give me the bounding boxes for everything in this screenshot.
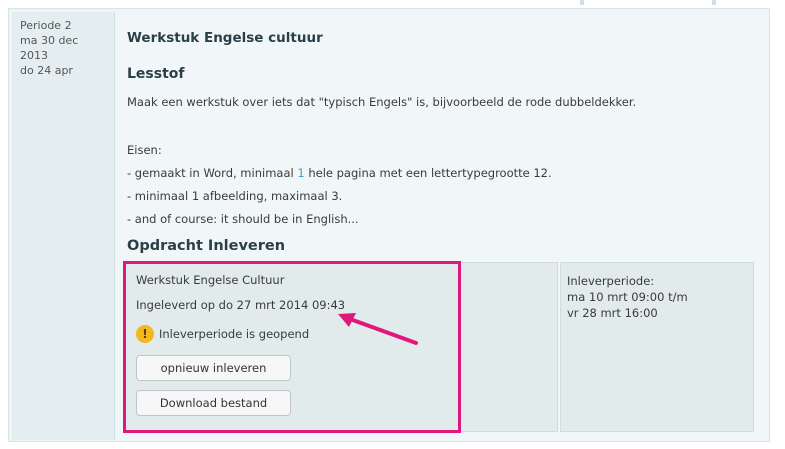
period-dates: Periode 2 ma 30 dec 2013 do 24 apr: [20, 18, 112, 78]
submission-period-label: Inleverperiode:: [567, 274, 655, 288]
submission-period: Inleverperiode: ma 10 mrt 09:00 t/m vr 2…: [567, 273, 688, 321]
period-start-year: 2013: [20, 49, 48, 62]
requirement-text: - gemaakt in Word, minimaal: [127, 166, 298, 180]
top-strip: [0, 0, 785, 8]
requirement-number: 1: [297, 166, 305, 180]
assignment-title: Werkstuk Engelse cultuur: [127, 30, 323, 46]
period-end: do 24 apr: [20, 64, 73, 77]
period-name: Periode 2: [20, 19, 72, 32]
requirements-label: Eisen:: [127, 143, 162, 157]
submission-heading: Opdracht Inleveren: [127, 238, 286, 254]
requirements-list: Eisen: - gemaakt in Word, minimaal 1 hel…: [127, 139, 552, 231]
submission-period-start: ma 10 mrt 09:00 t/m: [567, 290, 688, 304]
annotation-arrow: [338, 313, 418, 345]
requirement-item: - minimaal 1 afbeelding, maximaal 3.: [127, 189, 343, 203]
submission-period-end: vr 28 mrt 16:00: [567, 306, 658, 320]
top-mark: [712, 0, 716, 5]
requirement-item: - and of course: it should be in English…: [127, 212, 359, 226]
requirement-text: hele pagina met een lettertypegrootte 12…: [304, 166, 552, 180]
period-column: Periode 2 ma 30 dec 2013 do 24 apr: [12, 12, 115, 440]
top-mark: [580, 0, 584, 5]
period-start-day: ma 30 dec: [20, 34, 79, 47]
lesstof-heading: Lesstof: [127, 66, 185, 82]
requirement-item: - gemaakt in Word, minimaal 1 hele pagin…: [127, 162, 552, 185]
assignment-description: Maak een werkstuk over iets dat "typisch…: [127, 95, 637, 109]
arrow-shaft: [348, 317, 418, 345]
